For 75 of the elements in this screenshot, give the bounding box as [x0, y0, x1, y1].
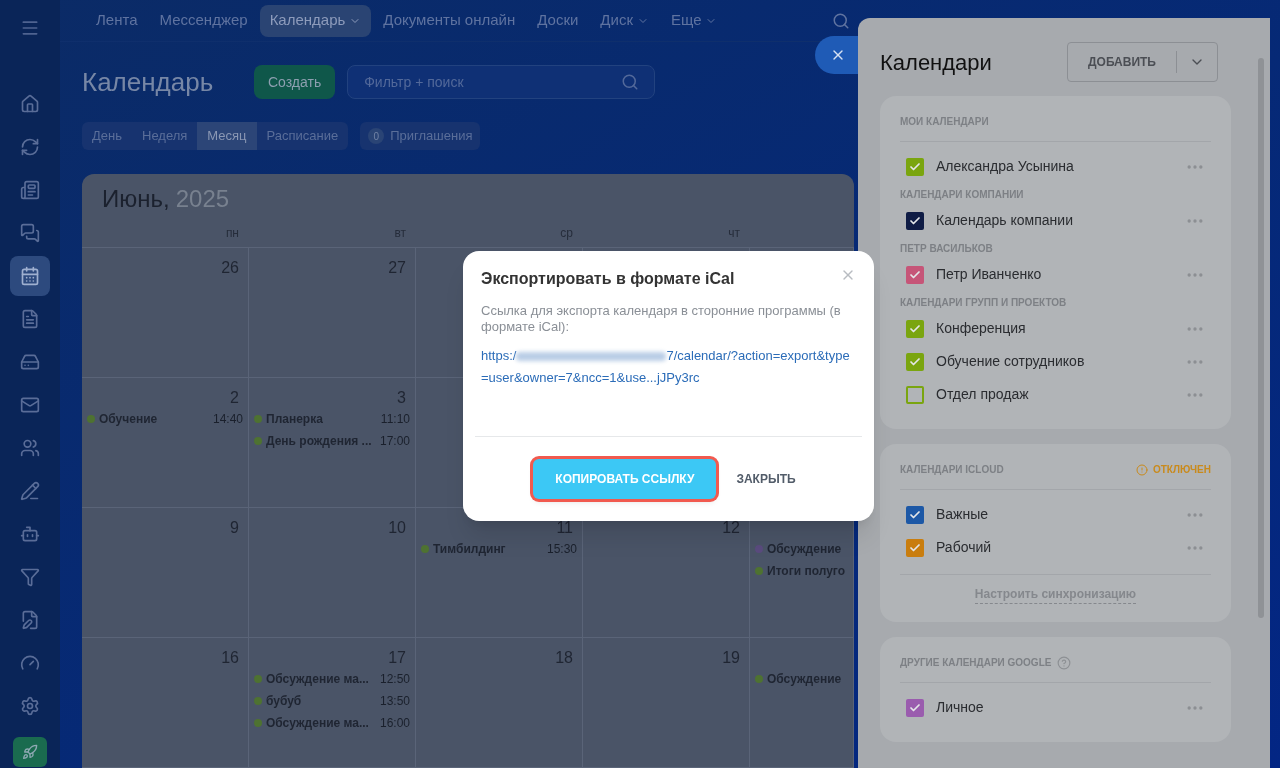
check-icon	[909, 268, 921, 281]
calendar-item[interactable]: Отдел продаж	[900, 378, 1211, 411]
search-icon	[621, 73, 640, 91]
nav-tab[interactable]: Доски	[527, 4, 589, 37]
month-title: Июнь,	[102, 184, 170, 214]
nav-tab[interactable]: Мессенджер	[149, 4, 258, 37]
rocket-icon	[22, 744, 38, 760]
calendar-checkbox[interactable]	[906, 211, 924, 230]
rocket-button[interactable]	[13, 737, 47, 767]
nav-tab[interactable]: Календарь	[259, 4, 372, 37]
calendar-item[interactable]: Конференция	[900, 312, 1211, 345]
calendar-checkbox[interactable]	[906, 265, 924, 284]
gauge-icon	[20, 653, 40, 673]
calendar-checkbox[interactable]	[906, 698, 924, 717]
mail-icon	[20, 395, 40, 415]
edit-document-icon	[20, 610, 40, 630]
check-icon	[909, 160, 921, 173]
newspaper-icon	[20, 180, 40, 200]
chat-icon	[20, 223, 40, 243]
count-badge: 0	[368, 128, 385, 144]
check-icon	[909, 355, 921, 368]
add-button[interactable]: ДОБАВИТЬ	[1067, 42, 1218, 82]
refresh-icon	[20, 137, 40, 157]
settings-icon	[20, 696, 40, 716]
check-icon	[909, 214, 921, 227]
people-icon	[20, 438, 40, 458]
page-title: Календарь	[82, 65, 215, 99]
check-icon	[909, 701, 921, 714]
check-icon	[909, 322, 921, 335]
calendar-item[interactable]: Важные	[900, 498, 1211, 531]
pencil-icon	[20, 481, 40, 501]
funnel-icon	[20, 567, 40, 587]
sidebar-button[interactable]	[10, 256, 50, 296]
warning-icon	[1135, 463, 1148, 476]
search-field[interactable]: Фильтр + поиск	[347, 65, 656, 99]
nav-tab[interactable]: Еще	[660, 4, 728, 37]
close-panel-button[interactable]	[815, 36, 858, 74]
calendar-checkbox[interactable]	[906, 505, 924, 524]
dialog-description: Ссылка для экспорта календаря в сторонние программы (в формате iCal):	[480, 303, 842, 335]
export-link[interactable]: https:/ 7/calendar/?action=export&type=user&owner=7&ncc=1&use...jJPy3rc	[481, 345, 856, 389]
search-icon[interactable]	[832, 11, 850, 30]
copy-link-button[interactable]: КОПИРОВАТЬ ССЫЛКУ	[533, 459, 717, 499]
calendar-checkbox[interactable]	[906, 157, 924, 176]
view-tab[interactable]: Расписание	[256, 122, 349, 150]
view-tab[interactable]: День	[82, 122, 132, 150]
check-icon	[909, 508, 921, 521]
calendar-checkbox[interactable]	[906, 352, 924, 371]
document-icon	[20, 309, 40, 329]
calendar-item[interactable]: Календарь компании	[900, 204, 1211, 237]
view-tab[interactable]: Месяц	[197, 122, 257, 150]
calendar-icon	[20, 266, 40, 286]
panel-title: Календари	[880, 48, 992, 77]
calendar-item[interactable]: Обучение сотрудников	[900, 345, 1211, 378]
create-button[interactable]: Создать	[254, 65, 336, 99]
nav-tab[interactable]: Документы онлайн	[373, 4, 526, 37]
nav-tab[interactable]: Лента	[86, 4, 148, 37]
close-button[interactable]: ЗАКРЫТЬ	[728, 459, 804, 499]
menu-icon[interactable]	[20, 18, 40, 38]
nav-tab[interactable]: Диск	[590, 4, 659, 37]
dialog-title: Экспортировать в формате iCal	[481, 269, 735, 289]
calendar-item[interactable]: Рабочий	[900, 531, 1211, 564]
calendar-checkbox[interactable]	[906, 538, 924, 557]
calendar-item[interactable]: Личное	[900, 691, 1211, 724]
home-icon	[20, 94, 40, 114]
calendar-item[interactable]: Петр Иванченко	[900, 258, 1211, 291]
invitations-button[interactable]: 0 Приглашения	[360, 122, 481, 150]
status-label: ОТКЛЮЧЕН	[1152, 463, 1211, 477]
calendar-item[interactable]: Александра Усынина	[900, 150, 1211, 183]
calendar-checkbox[interactable]	[906, 319, 924, 338]
robot-icon	[20, 524, 40, 544]
view-tab[interactable]: Неделя	[132, 122, 198, 150]
drive-icon	[20, 352, 40, 372]
help-icon[interactable]	[1057, 655, 1072, 670]
check-icon	[909, 541, 921, 554]
calendar-checkbox[interactable]	[906, 385, 924, 404]
